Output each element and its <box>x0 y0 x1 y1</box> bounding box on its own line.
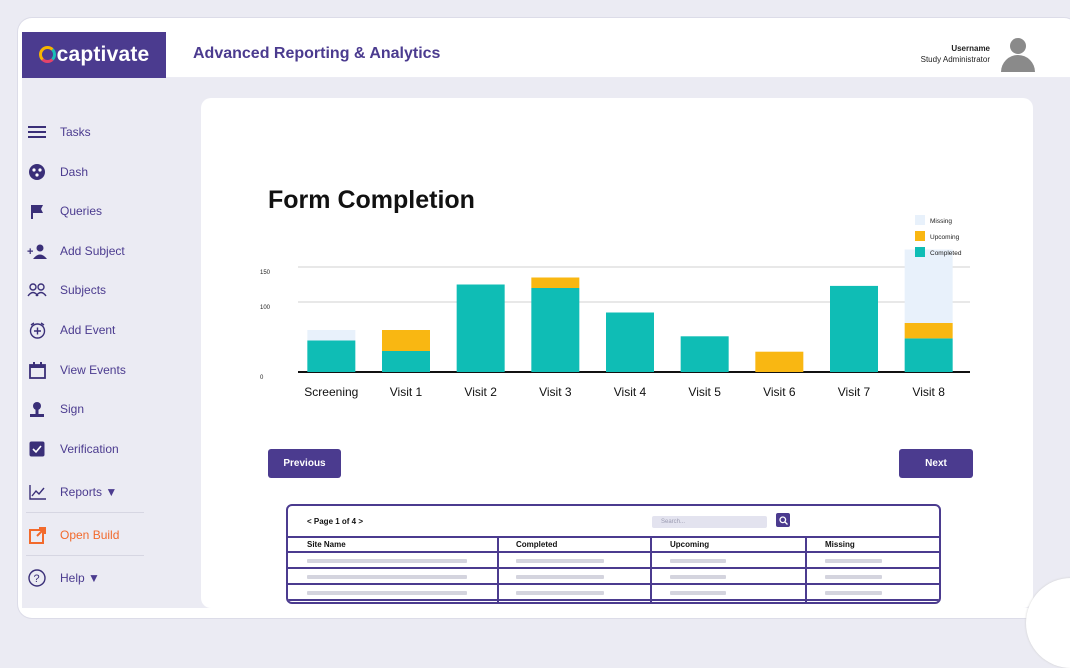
sidebar-item-queries[interactable]: Queries <box>26 199 102 223</box>
sidebar-divider <box>26 555 144 556</box>
column-header-upcoming[interactable]: Upcoming <box>670 540 709 549</box>
bar-completed <box>830 285 878 372</box>
bar-missing <box>307 330 356 341</box>
sidebar-item-sign[interactable]: Sign <box>26 397 84 421</box>
sidebar-item-label: Sign <box>60 402 85 416</box>
bar-completed <box>307 340 356 372</box>
legend-swatch <box>915 247 925 257</box>
checkbox-icon <box>26 439 48 459</box>
add-event-icon <box>26 320 48 340</box>
search-button[interactable] <box>776 513 790 527</box>
sidebar-item-label: Add Event <box>60 323 116 337</box>
external-link-icon <box>26 525 48 545</box>
sidebar-item-view-events[interactable]: View Events <box>26 358 126 382</box>
form-completion-chart: 0 100 150 Screening Visit 1 Visit 2 Visit 3 Vis… <box>260 215 970 399</box>
tasks-icon <box>26 122 48 142</box>
sidebar-item-label: Add Subject <box>60 244 125 258</box>
bar-completed <box>680 336 729 372</box>
x-tick-label: Visit 2 <box>464 385 497 399</box>
legend-label: Missing <box>930 218 952 225</box>
sidebar-item-label: View Events <box>60 363 126 377</box>
bar-missing <box>904 249 953 323</box>
sidebar-item-label: Tasks <box>60 125 91 139</box>
users-icon <box>26 280 48 300</box>
bar-upcoming <box>531 277 580 288</box>
legend-swatch <box>915 215 925 225</box>
sidebar-item-open-build[interactable]: Open Build <box>26 523 119 547</box>
sidebar-item-label: Dash <box>60 165 89 179</box>
sidebar-item-label: Queries <box>60 204 103 218</box>
add-user-icon: + <box>26 241 48 261</box>
sidebar-item-subjects[interactable]: Subjects <box>26 278 106 302</box>
help-icon: ? <box>26 568 48 588</box>
logo[interactable]: captivate <box>22 32 166 78</box>
sidebar-item-label: Reports ▼ <box>60 485 118 499</box>
sidebar-item-add-subject[interactable]: + Add Subject <box>26 239 125 263</box>
svg-text:+: + <box>27 246 33 258</box>
user-name: Username <box>951 44 990 53</box>
bar-upcoming <box>755 351 804 372</box>
sidebar-item-label: Open Build <box>60 528 120 542</box>
next-button[interactable]: Next <box>899 449 973 478</box>
page-title: Advanced Reporting & Analytics <box>193 45 441 62</box>
table-row[interactable] <box>288 553 939 569</box>
avatar[interactable] <box>1000 38 1036 72</box>
bar-completed <box>531 288 580 372</box>
sidebar-item-label: Subjects <box>60 283 107 297</box>
legend-label: Completed <box>930 250 962 257</box>
search-input[interactable]: Search... <box>652 516 767 528</box>
dash-icon <box>26 162 48 182</box>
x-tick-label: Visit 7 <box>838 385 871 399</box>
table-row[interactable] <box>288 585 939 601</box>
sidebar-item-dash[interactable]: Dash <box>26 160 88 184</box>
y-tick-label: 0 <box>260 375 264 381</box>
sidebar-item-verification[interactable]: Verification <box>26 437 119 461</box>
bar-completed <box>382 351 430 372</box>
sidebar-item-reports[interactable]: Reports ▼ <box>26 480 117 504</box>
sidebar-item-label: Help ▼ <box>60 571 100 585</box>
bar-completed <box>606 312 654 372</box>
line-chart-icon <box>26 482 48 502</box>
x-tick-label: Visit 1 <box>390 385 423 399</box>
legend-swatch <box>915 231 925 241</box>
column-header-missing[interactable]: Missing <box>825 540 855 549</box>
sidebar-divider <box>26 512 144 513</box>
table-header: Site Name Completed Upcoming Missing <box>288 536 939 553</box>
logo-text: captivate <box>56 43 150 66</box>
x-tick-label: Visit 5 <box>688 385 721 399</box>
user-info[interactable]: Username Study Administrator <box>921 43 990 65</box>
bar-upcoming <box>904 323 953 339</box>
legend-label: Upcoming <box>930 234 960 241</box>
sidebar-item-label: Verification <box>60 442 119 456</box>
calendar-icon <box>26 360 48 380</box>
site-table: < Page 1 of 4 > Search... Site Name Comp… <box>286 504 941 604</box>
y-tick-label: 100 <box>260 305 271 311</box>
x-tick-label: Visit 8 <box>912 385 945 399</box>
x-tick-label: Screening <box>304 385 358 399</box>
top-bar: Advanced Reporting & Analytics Username … <box>166 32 1070 78</box>
x-tick-label: Visit 6 <box>763 385 796 399</box>
svg-text:?: ? <box>34 573 40 585</box>
user-role: Study Administrator <box>920 55 990 64</box>
sidebar-item-help[interactable]: ? Help ▼ <box>26 566 100 590</box>
x-tick-label: Visit 4 <box>614 385 647 399</box>
previous-button[interactable]: Previous <box>268 449 341 478</box>
sidebar-item-tasks[interactable]: Tasks <box>26 120 91 144</box>
table-pager[interactable]: < Page 1 of 4 > <box>307 517 363 526</box>
column-header-site-name[interactable]: Site Name <box>307 540 346 549</box>
bar-completed <box>904 338 953 372</box>
search-icon <box>778 515 788 525</box>
bar-upcoming <box>382 330 430 351</box>
sign-icon <box>26 399 48 419</box>
y-tick-label: 150 <box>260 270 271 276</box>
sidebar-item-add-event[interactable]: Add Event <box>26 318 115 342</box>
x-tick-label: Visit 3 <box>539 385 572 399</box>
logo-mark-icon <box>38 46 56 63</box>
table-row[interactable] <box>288 569 939 585</box>
flag-icon <box>26 201 48 221</box>
column-header-completed[interactable]: Completed <box>516 540 557 549</box>
bar-completed <box>456 284 505 372</box>
